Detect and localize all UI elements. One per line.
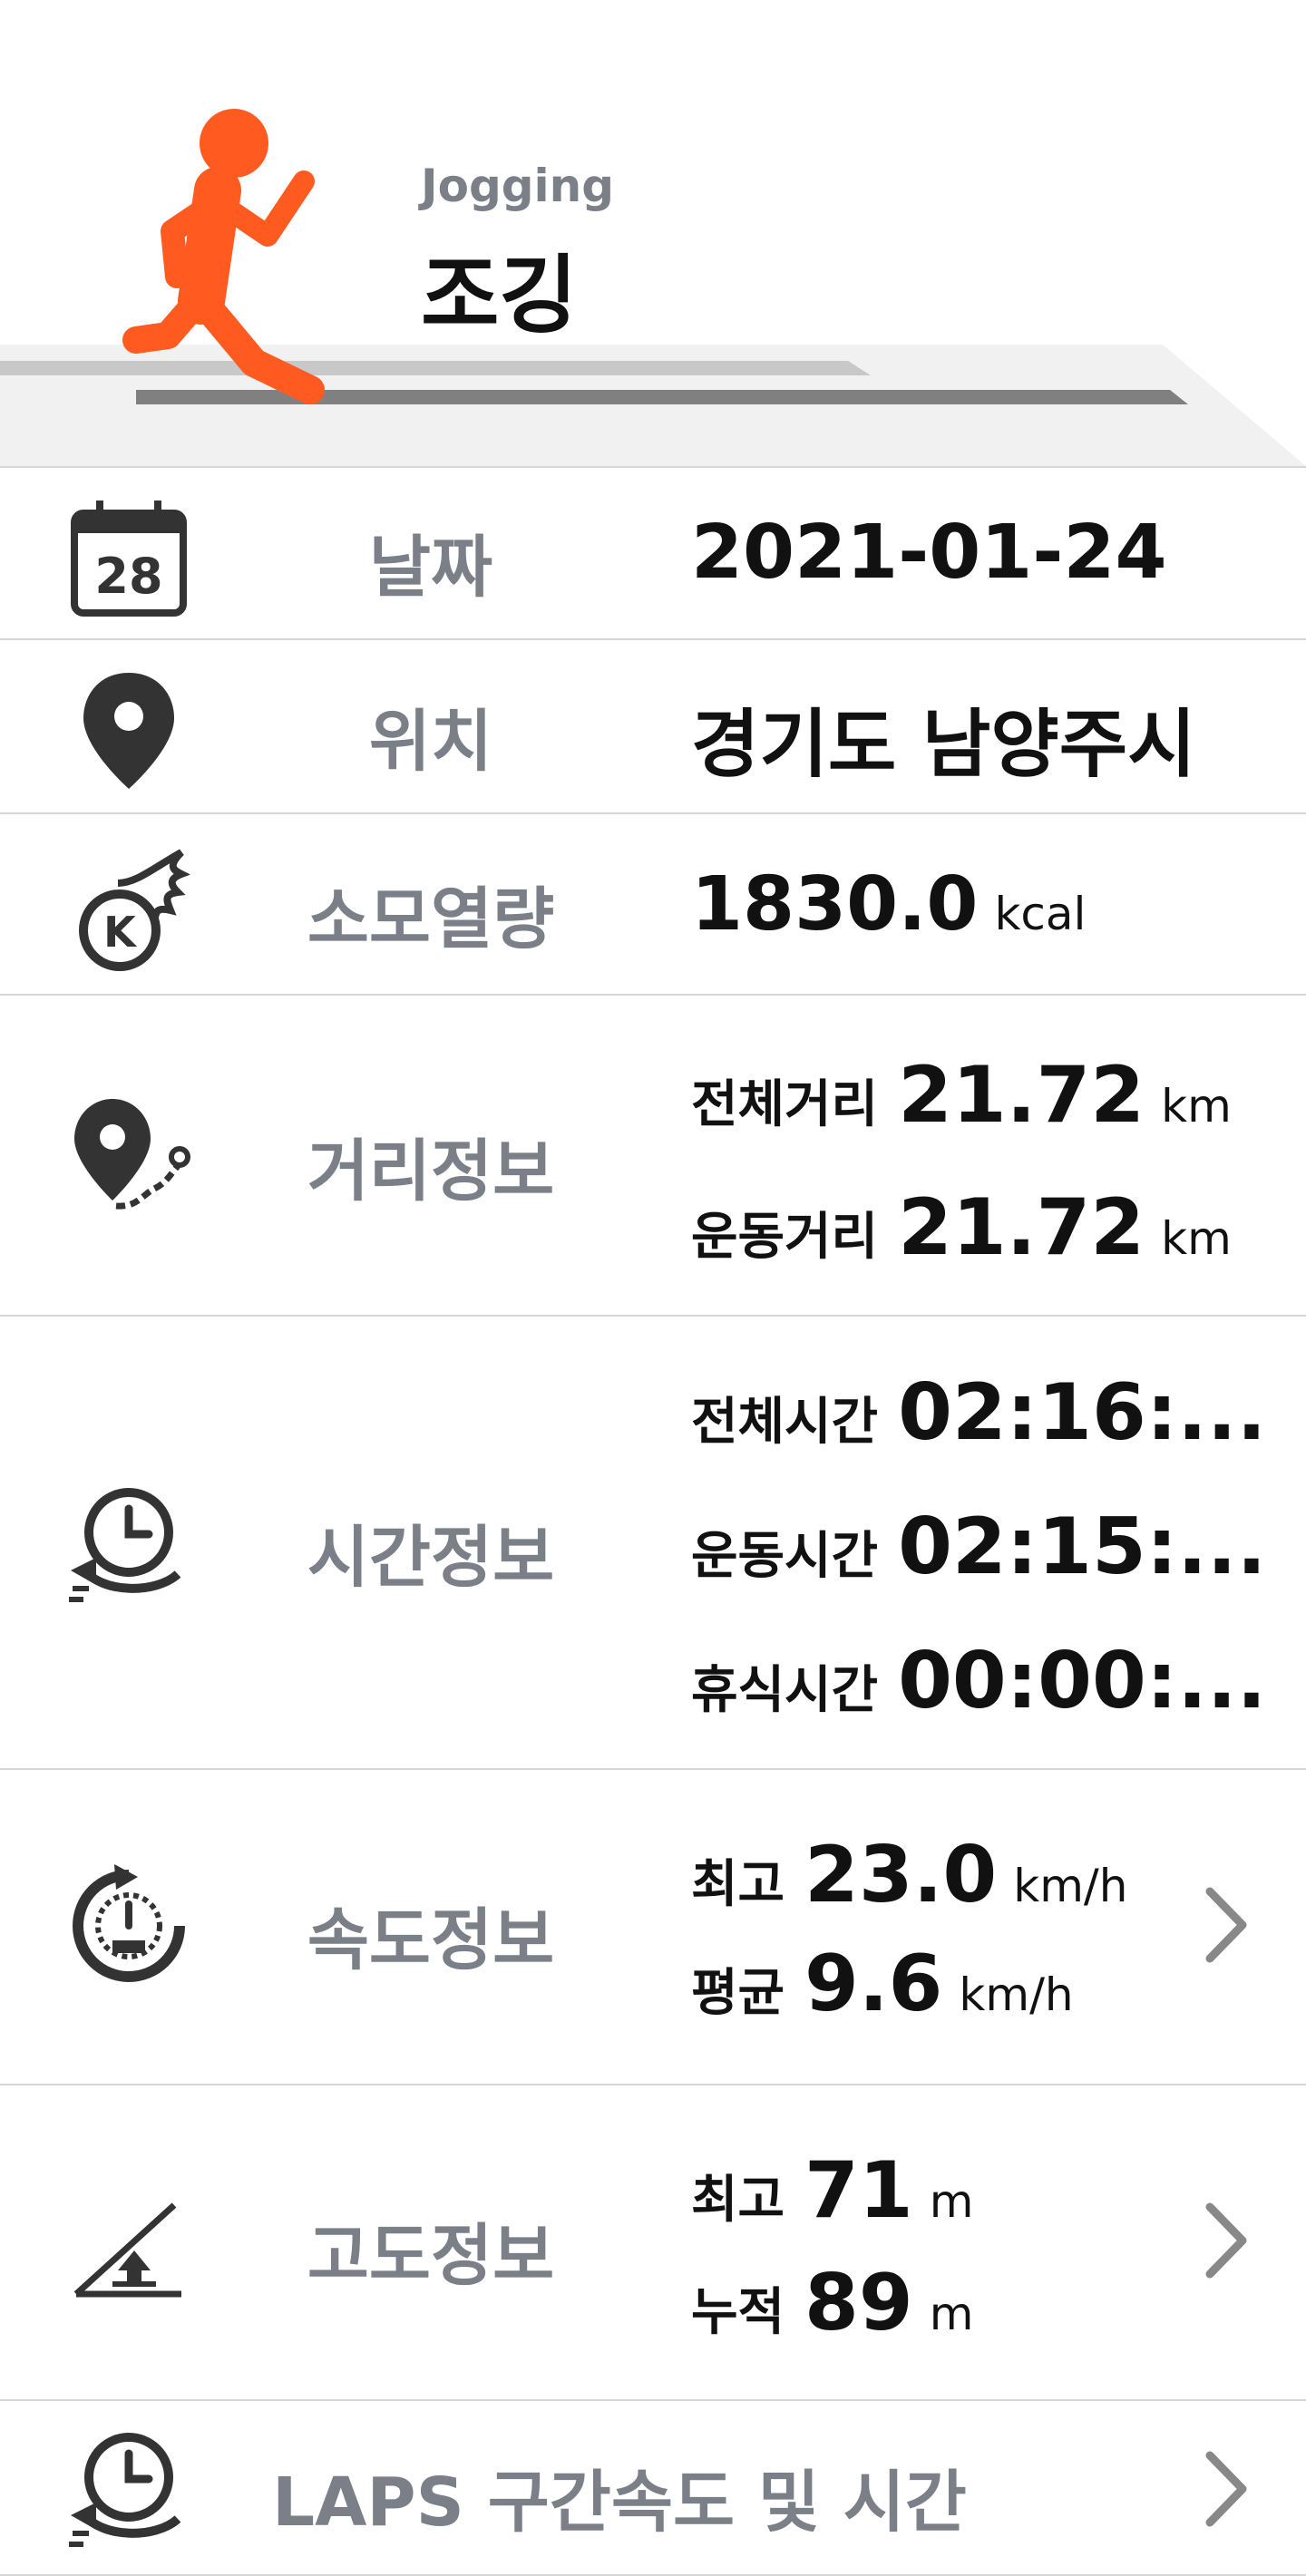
calories-label: 소모열량	[307, 880, 555, 958]
avg-speed-unit: km/h	[959, 1968, 1074, 2021]
speed-label: 속도정보	[307, 1901, 555, 1979]
date-label: 날짜	[368, 529, 493, 607]
route-pin-icon	[74, 1099, 190, 1210]
moving-distance-value: 21.72	[898, 1182, 1145, 1273]
total-distance-line: 전체거리 21.72 km	[691, 1050, 1232, 1141]
rest-time-value: 00:00:...	[898, 1636, 1267, 1726]
activity-title: 조깅	[421, 247, 578, 345]
avg-speed-line: 평균 9.6 km/h	[691, 1939, 1074, 2029]
runner-icon	[122, 109, 325, 404]
max-speed-value: 23.0	[804, 1830, 998, 1920]
max-altitude-label: 최고	[691, 2171, 785, 2230]
cum-altitude-label: 누적	[691, 2283, 785, 2342]
altitude-label: 고도정보	[307, 2217, 555, 2295]
time-label: 시간정보	[307, 1519, 555, 1597]
cum-altitude-line: 누적 89 m	[691, 2258, 973, 2348]
max-altitude-line: 최고 71 m	[691, 2145, 973, 2236]
total-distance-value: 21.72	[898, 1050, 1145, 1141]
calorie-fire-icon: K	[79, 849, 190, 971]
distance-label: 거리정보	[307, 1132, 555, 1210]
rest-time-line: 휴식시간 00:00:...	[691, 1636, 1266, 1726]
max-altitude-value: 71	[804, 2145, 913, 2236]
cum-altitude-value: 89	[804, 2258, 913, 2348]
calories-unit: kcal	[994, 888, 1087, 940]
date-row: 28 날짜 2021-01-24	[0, 466, 1306, 640]
total-time-label: 전체시간	[691, 1393, 879, 1452]
chevron-right-icon[interactable]	[1199, 2200, 1253, 2281]
calendar-day-text: 28	[94, 548, 162, 605]
avg-speed-value: 9.6	[804, 1939, 943, 2029]
calories-value: 1830.0	[691, 861, 979, 948]
max-speed-line: 최고 23.0 km/h	[691, 1830, 1127, 1920]
moving-time-line: 운동시간 02:15:...	[691, 1502, 1266, 1592]
max-altitude-unit: m	[929, 2175, 974, 2228]
moving-distance-label: 운동거리	[691, 1208, 879, 1267]
location-row: 위치 경기도 남양주시	[0, 638, 1306, 814]
calories-value-line: 1830.0 kcal	[691, 861, 1086, 948]
laps-clock-icon	[69, 2433, 181, 2547]
total-time-value: 02:16:...	[898, 1367, 1267, 1458]
speed-row[interactable]: 속도정보 최고 23.0 km/h 평균 9.6 km/h	[0, 1768, 1306, 2085]
moving-time-label: 운동시간	[691, 1527, 879, 1586]
calendar-icon: 28	[71, 501, 187, 617]
rest-time-label: 휴식시간	[691, 1661, 879, 1720]
chevron-right-icon[interactable]	[1199, 1884, 1253, 1966]
activity-header: Jogging 조깅	[0, 0, 1306, 466]
laps-label: LAPS 구간속도 및 시간	[272, 2464, 967, 2542]
calorie-icon-letter: K	[103, 908, 138, 957]
moving-distance-unit: km	[1161, 1212, 1232, 1265]
location-value: 경기도 남양주시	[691, 702, 1196, 788]
max-speed-label: 최고	[691, 1855, 785, 1914]
clock-loop-icon	[69, 1488, 181, 1602]
moving-time-value: 02:15:...	[898, 1502, 1267, 1592]
activity-subtitle: Jogging	[421, 160, 615, 212]
location-label: 위치	[368, 703, 493, 781]
cum-altitude-unit: m	[929, 2288, 974, 2340]
time-row: 시간정보 전체시간 02:16:... 운동시간 02:15:... 휴식시간 00:…	[0, 1315, 1306, 1770]
total-distance-label: 전체거리	[691, 1075, 879, 1134]
distance-row: 거리정보 전체거리 21.72 km 운동거리 21.72 km	[0, 994, 1306, 1317]
map-pin-icon	[83, 673, 174, 789]
laps-row[interactable]: LAPS 구간속도 및 시간	[0, 2399, 1306, 2576]
speedometer-icon	[73, 1864, 185, 1982]
date-value: 2021-01-24	[691, 510, 1167, 596]
max-speed-unit: km/h	[1013, 1860, 1128, 1912]
total-time-line: 전체시간 02:16:...	[691, 1367, 1266, 1458]
chevron-right-icon[interactable]	[1199, 2448, 1253, 2530]
moving-distance-line: 운동거리 21.72 km	[691, 1182, 1232, 1273]
calories-row: K 소모열량 1830.0 kcal	[0, 812, 1306, 996]
altitude-row[interactable]: 고도정보 최고 71 m 누적 89 m	[0, 2084, 1306, 2401]
avg-speed-label: 평균	[691, 1964, 785, 2023]
elevation-icon	[73, 2202, 181, 2298]
total-distance-unit: km	[1161, 1080, 1232, 1132]
